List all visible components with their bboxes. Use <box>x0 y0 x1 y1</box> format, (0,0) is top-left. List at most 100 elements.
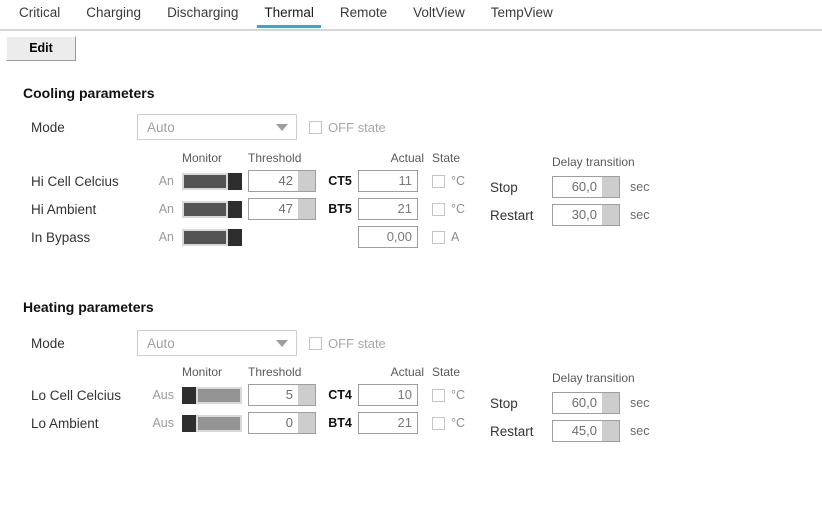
row-monitor-state: An <box>158 202 174 216</box>
delay-stop-unit: sec <box>630 396 650 410</box>
delay-restart-value: 45,0 <box>571 423 597 438</box>
actual-value: 11 <box>398 173 413 188</box>
cooling-parameters-section: Cooling parameters Mode Auto OFF state M… <box>0 85 822 251</box>
cooling-mode-label: Mode <box>31 119 65 135</box>
tab-label: Discharging <box>167 5 239 20</box>
actual-input: 10 <box>358 384 418 406</box>
actual-cell: 0,00 <box>358 226 424 248</box>
delay-stop-input[interactable]: 60,0 <box>552 392 620 414</box>
monitor-toggle[interactable] <box>182 200 242 218</box>
unit-label: °C <box>451 416 466 430</box>
tab-remote[interactable]: Remote <box>327 0 400 27</box>
delay-stop-label: Stop <box>490 179 518 195</box>
threshold-cell: 47 <box>248 198 322 220</box>
delay-stop-unit: sec <box>630 180 650 194</box>
threshold-input[interactable]: 5 <box>248 384 316 406</box>
header-actual: Actual <box>390 365 424 379</box>
state-checkbox[interactable] <box>432 230 445 244</box>
spinner-icon[interactable] <box>298 413 315 433</box>
delay-restart-input[interactable]: 30,0 <box>552 204 620 226</box>
threshold-input[interactable]: 0 <box>248 412 316 434</box>
header-monitor: Monitor <box>182 151 223 165</box>
row-label: Hi Ambient <box>31 201 97 217</box>
header-threshold: Threshold <box>248 151 302 165</box>
monitor-toggle[interactable] <box>182 414 242 432</box>
delay-row: Stop 60,0 sec <box>490 173 649 201</box>
tab-label: TempView <box>490 5 553 20</box>
threshold-value: 42 <box>278 173 293 188</box>
heating-parameters-section: Heating parameters Mode Auto OFF state M… <box>0 299 822 442</box>
actual-input: 21 <box>358 198 418 220</box>
spinner-icon[interactable] <box>602 393 619 413</box>
threshold-input[interactable]: 47 <box>248 198 316 220</box>
state-checkbox[interactable] <box>432 416 445 430</box>
heating-grid-header: Monitor Threshold Actual State <box>0 363 822 381</box>
spinner-icon[interactable] <box>602 205 619 225</box>
tab-charging[interactable]: Charging <box>73 0 154 27</box>
row-monitor-state: Aus <box>152 416 174 430</box>
row-label: Hi Cell Celcius <box>31 173 119 189</box>
threshold-cell: 42 <box>248 170 322 192</box>
delay-stop-label: Stop <box>490 395 518 411</box>
heating-off-state-label: OFF state <box>328 335 386 351</box>
state-cell: A <box>424 230 500 244</box>
tab-critical[interactable]: Critical <box>6 0 73 27</box>
table-row: In Bypass An 0,00 A <box>0 223 822 251</box>
row-label: Lo Cell Celcius <box>31 387 122 403</box>
header-state: State <box>432 151 461 165</box>
delay-stop-value: 60,0 <box>571 179 597 194</box>
unit-label: °C <box>451 174 466 188</box>
row-label: Lo Ambient <box>31 415 99 431</box>
table-row: Hi Ambient An 47 BT5 21 °C <box>0 195 822 223</box>
toggle-track <box>196 414 242 432</box>
state-cell: °C <box>424 388 500 402</box>
tab-discharging[interactable]: Discharging <box>154 0 251 27</box>
tab-label: Charging <box>86 5 142 20</box>
spinner-icon[interactable] <box>602 177 619 197</box>
spinner-icon[interactable] <box>298 385 315 405</box>
cooling-mode-value: Auto <box>147 119 175 135</box>
heating-mode-row: Mode Auto OFF state <box>0 330 822 356</box>
actual-value: 0,00 <box>386 229 412 244</box>
delay-stop-value: 60,0 <box>571 395 597 410</box>
state-checkbox[interactable] <box>432 174 445 188</box>
threshold-cell: 5 <box>248 384 322 406</box>
spinner-icon[interactable] <box>298 171 315 191</box>
cooling-grid: Monitor Threshold Actual State Hi Cell C… <box>0 149 822 251</box>
heating-off-state-checkbox[interactable] <box>309 336 322 350</box>
edit-button[interactable]: Edit <box>6 36 76 61</box>
heating-grid: Monitor Threshold Actual State Lo Cell C… <box>0 363 822 437</box>
heating-mode-label: Mode <box>31 335 65 351</box>
cooling-grid-header: Monitor Threshold Actual State <box>0 149 822 167</box>
threshold-input[interactable]: 42 <box>248 170 316 192</box>
threshold-value: 5 <box>285 387 293 402</box>
unit-label: A <box>451 230 460 244</box>
monitor-toggle[interactable] <box>182 228 242 246</box>
heating-mode-dropdown[interactable]: Auto <box>137 330 297 356</box>
delay-stop-input[interactable]: 60,0 <box>552 176 620 198</box>
spinner-icon[interactable] <box>298 199 315 219</box>
monitor-toggle[interactable] <box>182 386 242 404</box>
toggle-knob <box>228 172 242 190</box>
monitor-toggle-cell <box>174 228 248 246</box>
tab-thermal[interactable]: Thermal <box>251 0 327 28</box>
cooling-mode-dropdown[interactable]: Auto <box>137 114 297 140</box>
actual-value: 10 <box>397 387 412 402</box>
tab-label: VoltView <box>413 5 465 20</box>
spinner-icon[interactable] <box>602 421 619 441</box>
heating-section-title: Heating parameters <box>23 299 154 315</box>
header-monitor: Monitor <box>182 365 223 379</box>
row-tag: BT4 <box>328 416 352 430</box>
monitor-toggle[interactable] <box>182 172 242 190</box>
row-tag: BT5 <box>328 202 352 216</box>
actual-cell: 10 <box>358 384 424 406</box>
state-checkbox[interactable] <box>432 388 445 402</box>
tab-voltview[interactable]: VoltView <box>400 0 478 27</box>
delay-restart-input[interactable]: 45,0 <box>552 420 620 442</box>
tab-bar: Critical Charging Discharging Thermal Re… <box>0 0 822 31</box>
tab-tempview[interactable]: TempView <box>478 0 566 27</box>
threshold-cell: 0 <box>248 412 322 434</box>
cooling-off-state-checkbox[interactable] <box>309 120 322 134</box>
monitor-toggle-cell <box>174 414 248 432</box>
state-checkbox[interactable] <box>432 202 445 216</box>
